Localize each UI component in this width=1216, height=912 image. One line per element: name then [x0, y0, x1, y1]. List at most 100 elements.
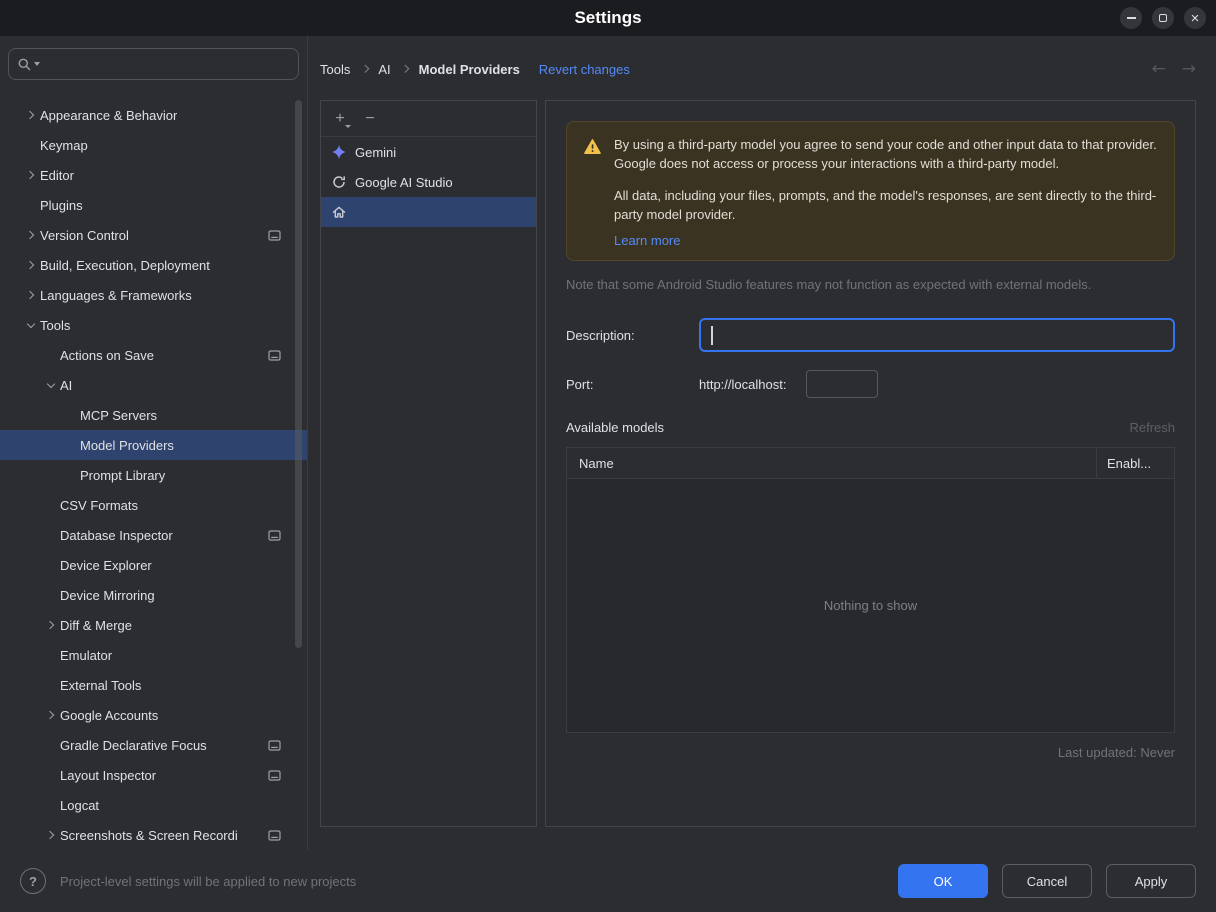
- sidebar-item-device-explorer[interactable]: Device Explorer: [0, 550, 307, 580]
- ok-button[interactable]: OK: [898, 864, 988, 898]
- breadcrumb-ai[interactable]: AI: [378, 62, 390, 77]
- description-input[interactable]: [701, 327, 1173, 343]
- back-button[interactable]: ←: [1152, 59, 1166, 79]
- sidebar-item-actions-on-save[interactable]: Actions on Save: [0, 340, 307, 370]
- help-button[interactable]: ?: [20, 868, 46, 894]
- chevron-down-icon: [42, 384, 60, 387]
- sidebar-item-build-execution-deployment[interactable]: Build, Execution, Deployment: [0, 250, 307, 280]
- chevron-right-icon: [22, 112, 40, 118]
- sidebar-item-ai[interactable]: AI: [0, 370, 307, 400]
- footer-message: Project-level settings will be applied t…: [60, 873, 357, 889]
- settings-search-box[interactable]: [8, 48, 299, 80]
- chevron-right-icon: [22, 292, 40, 298]
- provider-item-new[interactable]: [321, 197, 536, 227]
- available-models-label: Available models: [566, 420, 665, 436]
- add-provider-button[interactable]: +: [327, 107, 353, 131]
- sidebar-item-plugins[interactable]: Plugins: [0, 190, 307, 220]
- sidebar-item-csv-formats[interactable]: CSV Formats: [0, 490, 307, 520]
- sidebar-item-version-control[interactable]: Version Control: [0, 220, 307, 250]
- close-button[interactable]: ×: [1184, 7, 1206, 29]
- providers-list-panel: + − Gemini Google AI Studio: [320, 100, 537, 827]
- provider-label: Google AI Studio: [355, 174, 453, 190]
- warning-text: By using a third-party model you agree t…: [614, 136, 1158, 248]
- sidebar-scrollbar[interactable]: [295, 100, 302, 648]
- gemini-icon: [331, 144, 347, 160]
- sidebar-item-screenshots-screen-recording[interactable]: Screenshots & Screen Recordi: [0, 820, 307, 850]
- sidebar-item-google-accounts[interactable]: Google Accounts: [0, 700, 307, 730]
- provider-detail-panel: By using a third-party model you agree t…: [545, 100, 1196, 827]
- learn-more-link[interactable]: Learn more: [614, 233, 680, 248]
- breadcrumb-model-providers: Model Providers: [418, 61, 520, 77]
- models-table: Name Enabl... Nothing to show: [566, 447, 1175, 734]
- models-table-header: Name Enabl...: [567, 448, 1174, 480]
- refresh-button[interactable]: Refresh: [1129, 420, 1175, 435]
- third-party-warning-banner: By using a third-party model you agree t…: [566, 121, 1175, 262]
- search-input[interactable]: [42, 56, 290, 72]
- add-icon: +: [335, 109, 345, 127]
- sidebar-item-gradle-declarative-focus[interactable]: Gradle Declarative Focus: [0, 730, 307, 760]
- sidebar-item-keymap[interactable]: Keymap: [0, 130, 307, 160]
- window-title: Settings: [574, 8, 642, 27]
- chevron-right-icon: [22, 232, 40, 238]
- settings-window: Settings × Appearance & Behavior Keymap …: [0, 0, 1216, 912]
- ide-settings-icon: [260, 739, 281, 752]
- chevron-down-icon: [22, 324, 40, 327]
- description-input-wrap: [699, 318, 1175, 353]
- minimize-button[interactable]: [1120, 7, 1142, 29]
- sidebar-item-layout-inspector[interactable]: Layout Inspector: [0, 760, 307, 790]
- sidebar-item-languages-frameworks[interactable]: Languages & Frameworks: [0, 280, 307, 310]
- sidebar-item-prompt-library[interactable]: Prompt Library: [0, 460, 307, 490]
- sidebar-item-external-tools[interactable]: External Tools: [0, 670, 307, 700]
- cancel-button[interactable]: Cancel: [1002, 864, 1092, 898]
- breadcrumb: Tools AI Model Providers Revert changes …: [320, 54, 1196, 84]
- port-input[interactable]: [806, 370, 879, 399]
- provider-item-google-ai-studio[interactable]: Google AI Studio: [321, 167, 536, 197]
- maximize-button[interactable]: [1152, 7, 1174, 29]
- window-controls: ×: [1120, 7, 1206, 29]
- titlebar: Settings ×: [0, 0, 1216, 36]
- sidebar-item-logcat[interactable]: Logcat: [0, 790, 307, 820]
- last-updated-text: Last updated: Never: [1057, 745, 1175, 761]
- ide-settings-icon: [260, 829, 281, 842]
- sidebar-item-diff-merge[interactable]: Diff & Merge: [0, 610, 307, 640]
- port-label: Port:: [566, 376, 594, 392]
- port-prefix: http://localhost:: [699, 376, 787, 392]
- chevron-right-icon: [22, 262, 40, 268]
- models-table-body: Nothing to show: [567, 479, 1174, 733]
- sidebar-item-editor[interactable]: Editor: [0, 160, 307, 190]
- home-icon: [331, 204, 347, 220]
- maximize-icon: [1159, 14, 1167, 22]
- remove-provider-button[interactable]: −: [357, 107, 383, 131]
- sidebar-item-database-inspector[interactable]: Database Inspector: [0, 520, 307, 550]
- sidebar-item-mcp-servers[interactable]: MCP Servers: [0, 400, 307, 430]
- available-models-row: Available models Refresh: [566, 420, 1175, 435]
- column-header-enabled[interactable]: Enabl...: [1096, 448, 1174, 479]
- warning-paragraph-1: By using a third-party model you agree t…: [614, 137, 1157, 171]
- revert-changes-link[interactable]: Revert changes: [539, 62, 630, 77]
- help-icon: ?: [29, 873, 37, 889]
- sidebar-item-appearance-behavior[interactable]: Appearance & Behavior: [0, 100, 307, 130]
- search-icon: [18, 58, 31, 70]
- warning-icon: [583, 136, 602, 248]
- description-row: Description:: [566, 318, 1175, 353]
- description-label: Description:: [566, 327, 635, 343]
- settings-content: Tools AI Model Providers Revert changes …: [308, 36, 1216, 850]
- provider-item-gemini[interactable]: Gemini: [321, 137, 536, 167]
- column-header-name[interactable]: Name: [567, 448, 1096, 478]
- sidebar-item-tools[interactable]: Tools: [0, 310, 307, 340]
- ide-settings-icon: [260, 229, 281, 242]
- breadcrumb-tools[interactable]: Tools: [320, 62, 350, 77]
- forward-button[interactable]: →: [1182, 59, 1196, 79]
- text-caret: [711, 326, 713, 346]
- apply-button[interactable]: Apply: [1106, 864, 1196, 898]
- close-icon: ×: [1190, 9, 1200, 27]
- breadcrumb-separator-icon: [359, 66, 369, 72]
- history-nav: ← →: [1152, 59, 1197, 79]
- sidebar-item-emulator[interactable]: Emulator: [0, 640, 307, 670]
- dialog-footer: ? Project-level settings will be applied…: [0, 850, 1216, 912]
- minimize-icon: [1126, 17, 1136, 19]
- sidebar-item-device-mirroring[interactable]: Device Mirroring: [0, 580, 307, 610]
- sidebar-item-model-providers[interactable]: Model Providers: [0, 430, 307, 460]
- settings-sidebar: Appearance & Behavior Keymap Editor Plug…: [0, 36, 308, 850]
- chevron-right-icon: [22, 172, 40, 178]
